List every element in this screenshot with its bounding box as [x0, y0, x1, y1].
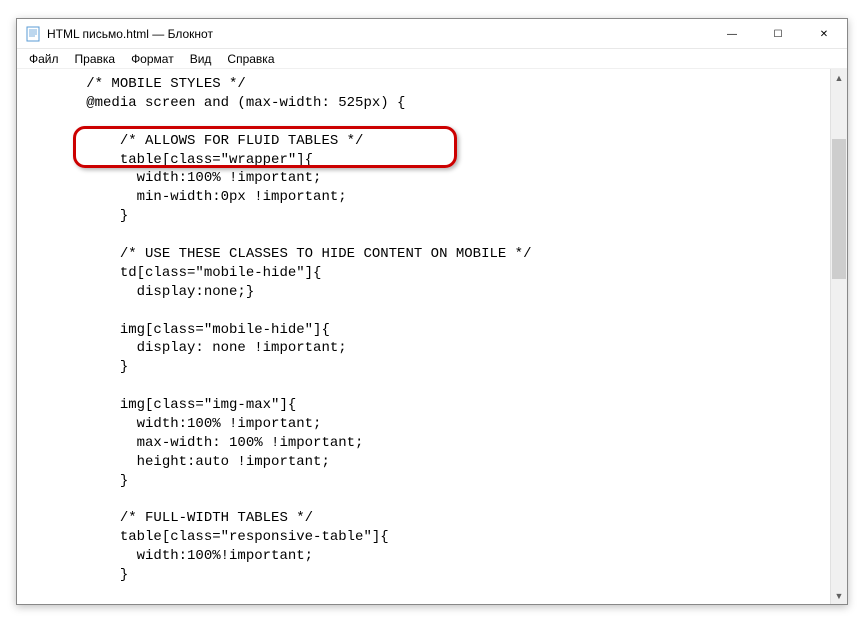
menu-view[interactable]: Вид: [182, 50, 220, 68]
menu-edit[interactable]: Правка: [67, 50, 124, 68]
window-title: HTML письмо.html — Блокнот: [47, 27, 709, 41]
close-button[interactable]: ✕: [801, 19, 847, 49]
menubar: Файл Правка Формат Вид Справка: [17, 49, 847, 69]
menu-format[interactable]: Формат: [123, 50, 182, 68]
vertical-scrollbar[interactable]: ▲ ▼: [830, 69, 847, 604]
notepad-icon: [25, 26, 41, 42]
titlebar[interactable]: HTML письмо.html — Блокнот — ☐ ✕: [17, 19, 847, 49]
minimize-button[interactable]: —: [709, 19, 755, 49]
scroll-down-icon[interactable]: ▼: [831, 587, 847, 604]
menu-help[interactable]: Справка: [219, 50, 282, 68]
window-controls: — ☐ ✕: [709, 19, 847, 48]
notepad-window: HTML письмо.html — Блокнот — ☐ ✕ Файл Пр…: [16, 18, 848, 605]
maximize-button[interactable]: ☐: [755, 19, 801, 49]
editor-area: /* MOBILE STYLES */ @media screen and (m…: [17, 69, 847, 604]
scroll-thumb[interactable]: [832, 139, 846, 279]
text-editor[interactable]: /* MOBILE STYLES */ @media screen and (m…: [17, 69, 847, 604]
scroll-up-icon[interactable]: ▲: [831, 69, 847, 86]
menu-file[interactable]: Файл: [21, 50, 67, 68]
